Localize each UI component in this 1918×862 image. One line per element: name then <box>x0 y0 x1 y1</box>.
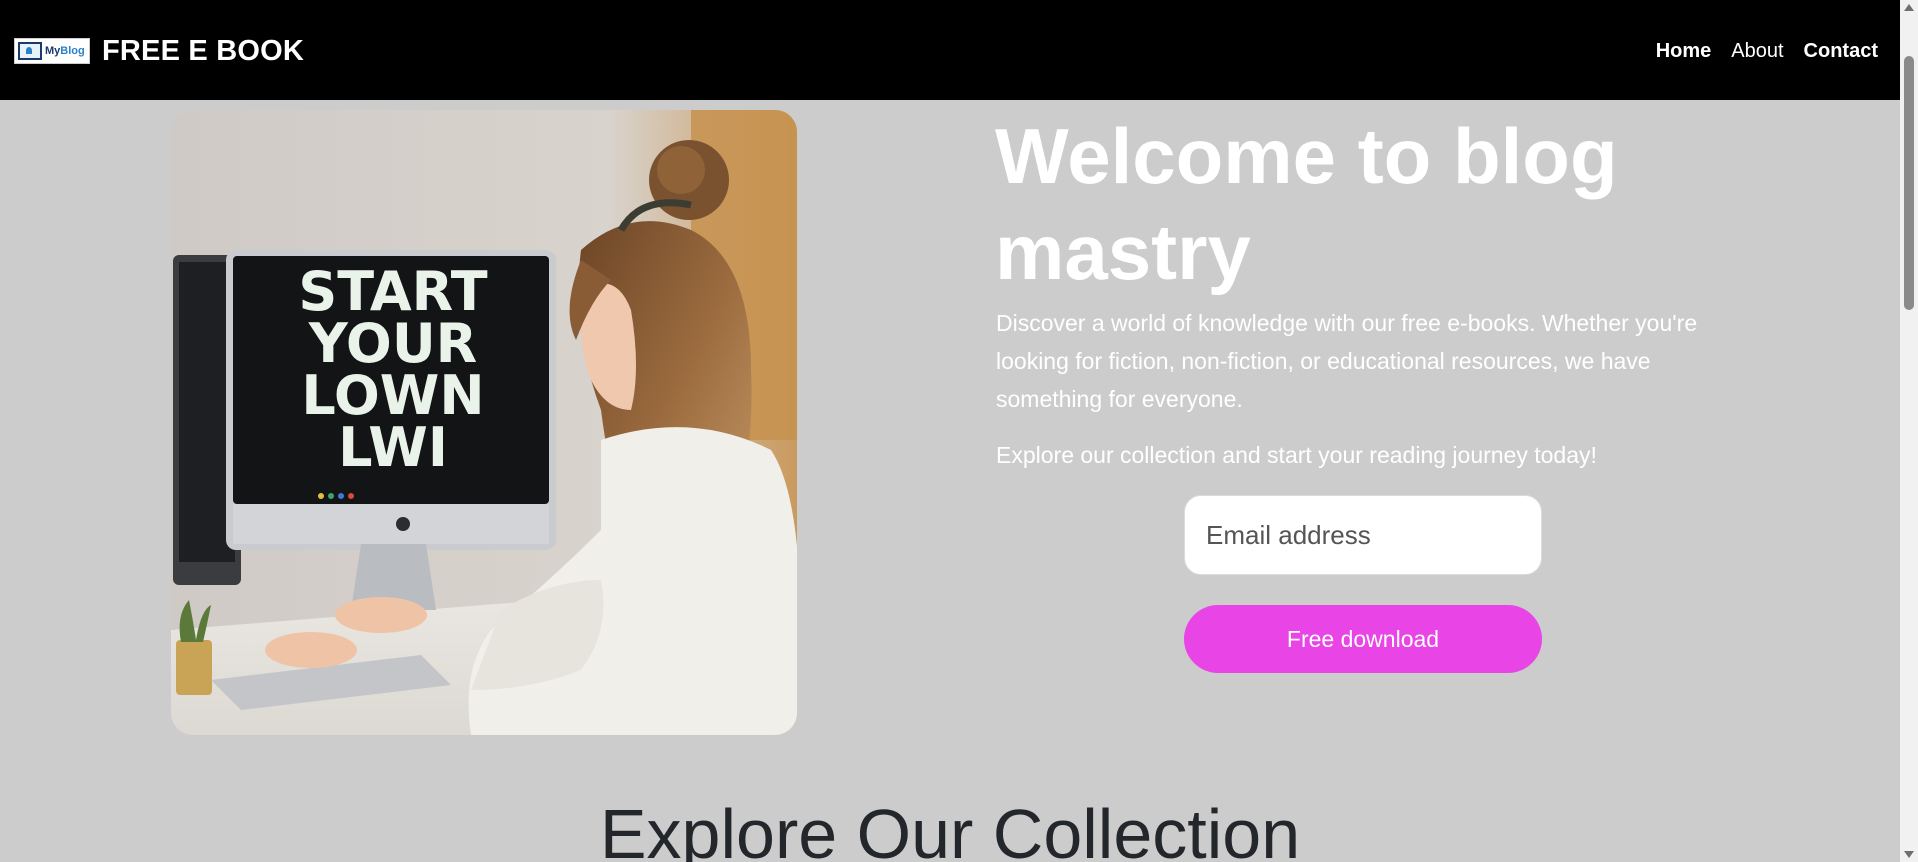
main-nav: Home About Contact <box>1656 38 1878 64</box>
logo-text-prefix: My <box>45 44 61 57</box>
nav-link-home[interactable]: Home <box>1656 38 1712 64</box>
hero-cta-text: Explore our collection and start your re… <box>996 442 1597 468</box>
nav-link-contact[interactable]: Contact <box>1804 38 1878 64</box>
hero-heading: Welcome to blog mastry <box>995 112 1618 296</box>
collection-heading: Explore Our Collection <box>599 795 1301 862</box>
vertical-scrollbar[interactable] <box>1900 0 1918 862</box>
navbar: MyBlog FREE E BOOK Home About Contact <box>0 0 1900 100</box>
free-download-button[interactable]: Free download <box>1184 605 1542 673</box>
monitor-icon <box>18 42 42 60</box>
page: MyBlog FREE E BOOK Home About Contact ST… <box>0 0 1918 862</box>
nav-link-about[interactable]: About <box>1731 38 1783 64</box>
scrollbar-thumb[interactable] <box>1904 56 1914 310</box>
hero-image: START YOUR LOWN LWI <box>171 110 797 735</box>
brand-logo[interactable]: MyBlog <box>14 38 90 64</box>
hero-description: Discover a world of knowledge with our f… <box>996 310 1698 412</box>
scroll-down-arrow-icon[interactable] <box>1904 851 1914 858</box>
scroll-up-arrow-icon[interactable] <box>1904 4 1914 11</box>
screen-text-line-4: LWI <box>338 416 448 479</box>
brand-title[interactable]: FREE E BOOK <box>102 33 304 69</box>
logo-text-accent: Blog <box>60 44 85 57</box>
email-input[interactable] <box>1184 495 1542 575</box>
logo-text: MyBlog <box>45 44 85 57</box>
